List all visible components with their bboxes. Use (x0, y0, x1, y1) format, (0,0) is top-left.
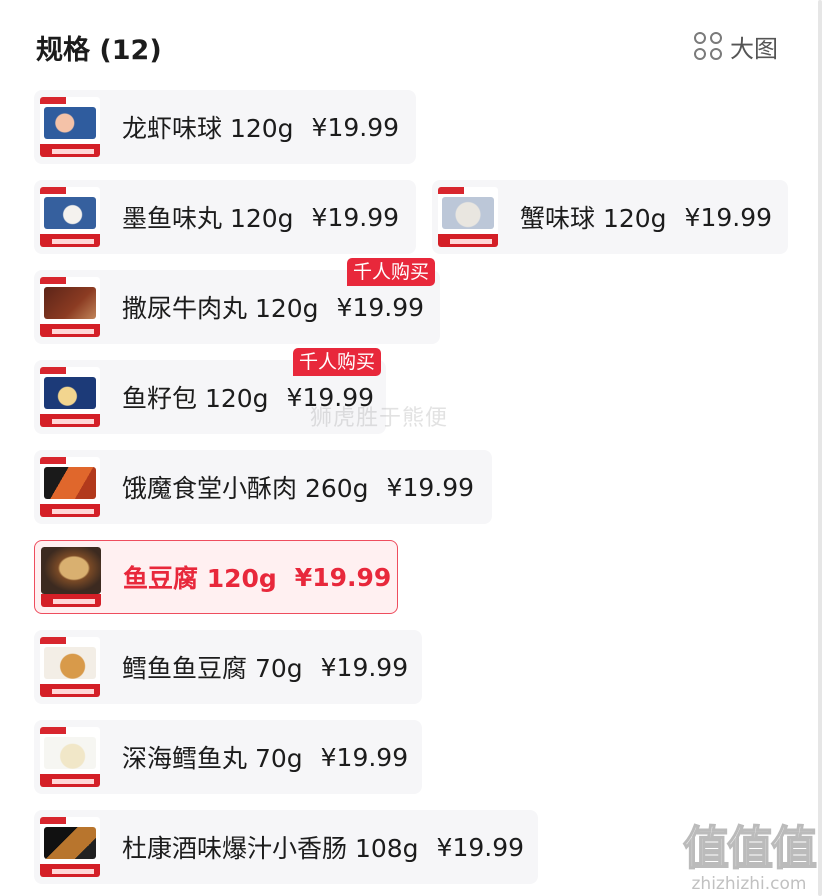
spec-option-deep-sea-cod-ball[interactable]: 深海鳕鱼丸 70g ¥19.99 (34, 720, 422, 794)
spec-section-title: 规格 (12) (36, 35, 162, 66)
spec-name: 龙虾味球 120g (122, 114, 294, 143)
site-watermark: 值值值 zhizhizhi.com (676, 812, 822, 894)
spec-price: ¥19.99 (320, 742, 409, 772)
spec-price: ¥19.99 (336, 292, 425, 322)
product-thumbnail (40, 277, 100, 337)
spec-name: 撒尿牛肉丸 120g (122, 294, 319, 323)
spec-price: ¥19.99 (684, 202, 773, 232)
spec-price: ¥19.99 (286, 382, 375, 412)
spec-option-lobster-ball[interactable]: 龙虾味球 120g ¥19.99 (34, 90, 416, 164)
watermark-url: zhizhizhi.com (691, 874, 807, 894)
spec-option-wine-sausage[interactable]: 杜康酒味爆汁小香肠 108g ¥19.99 (34, 810, 538, 884)
spec-price: ¥19.99 (320, 652, 409, 682)
product-thumbnail (41, 547, 101, 607)
spec-option-fish-tofu[interactable]: 鱼豆腐 120g ¥19.99 (34, 540, 398, 614)
product-thumbnail (40, 367, 100, 427)
popular-badge: 千人购买 (347, 258, 436, 286)
spec-name: 墨鱼味丸 120g (122, 204, 294, 233)
spec-name: 蟹味球 120g (520, 204, 667, 233)
product-thumbnail (438, 187, 498, 247)
product-thumbnail (40, 457, 100, 517)
popular-badge: 千人购买 (293, 348, 382, 376)
watermark-logo: 值值值 (682, 820, 818, 876)
spec-option-cuttlefish-ball[interactable]: 墨鱼味丸 120g ¥19.99 (34, 180, 416, 254)
scrollbar[interactable] (818, 0, 822, 896)
large-image-view-toggle[interactable]: 大图 (694, 30, 778, 63)
spec-price: ¥19.99 (311, 112, 400, 142)
product-thumbnail (40, 187, 100, 247)
product-thumbnail (40, 727, 100, 787)
spec-name: 鱼豆腐 120g (123, 564, 277, 593)
spec-price: ¥19.99 (436, 832, 525, 862)
spec-name: 杜康酒味爆汁小香肠 108g (122, 834, 419, 863)
spec-option-crab-ball[interactable]: 蟹味球 120g ¥19.99 (432, 180, 788, 254)
product-thumbnail (40, 97, 100, 157)
spec-name: 鳕鱼鱼豆腐 70g (122, 654, 303, 683)
product-thumbnail (40, 817, 100, 877)
spec-name: 深海鳕鱼丸 70g (122, 744, 303, 773)
view-toggle-label: 大图 (730, 34, 778, 63)
grid-icon (694, 32, 722, 60)
spec-option-cod-fish-tofu[interactable]: 鳕鱼鱼豆腐 70g ¥19.99 (34, 630, 422, 704)
spec-name: 饿魔食堂小酥肉 260g (122, 474, 369, 503)
spec-price: ¥19.99 (386, 472, 475, 502)
spec-name: 鱼籽包 120g (122, 384, 269, 413)
spec-price: ¥19.99 (311, 202, 400, 232)
spec-option-crispy-pork[interactable]: 饿魔食堂小酥肉 260g ¥19.99 (34, 450, 492, 524)
product-thumbnail (40, 637, 100, 697)
spec-price: ¥19.99 (294, 562, 392, 592)
